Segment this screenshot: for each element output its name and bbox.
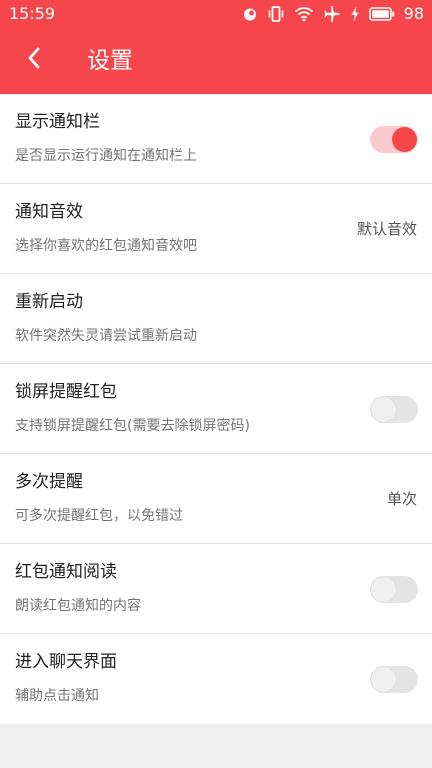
setting-subtitle: 选择你喜欢的红包通知音效吧	[15, 238, 197, 254]
setting-subtitle: 软件突然失灵请尝试重新启动	[15, 328, 197, 344]
chevron-left-icon	[26, 46, 42, 74]
show-notification-toggle[interactable]	[370, 126, 418, 153]
status-icons: 98	[242, 3, 424, 25]
battery-icon	[368, 7, 395, 21]
setting-open-chat[interactable]: 进入聊天界面 辅助点击通知	[0, 634, 432, 724]
back-button[interactable]	[14, 40, 54, 80]
setting-read-aloud[interactable]: 红包通知阅读 朗读红包通知的内容	[0, 544, 432, 634]
settings-list: 显示通知栏 是否显示运行通知在通知栏上 通知音效 选择你喜欢的红包通知音效吧 默…	[0, 94, 432, 724]
setting-subtitle: 支持锁屏提醒红包(需要去除锁屏密码)	[15, 418, 250, 434]
lockscreen-alert-toggle[interactable]	[370, 396, 418, 423]
setting-subtitle: 朗读红包通知的内容	[15, 598, 141, 614]
status-bar: 15:59 98	[0, 0, 432, 28]
empty-background	[0, 726, 432, 768]
setting-subtitle: 可多次提醒红包，以免错过	[15, 508, 183, 524]
toggle-thumb	[392, 127, 417, 152]
battery-percent: 98	[403, 4, 424, 23]
setting-notification-sound[interactable]: 通知音效 选择你喜欢的红包通知音效吧 默认音效	[0, 184, 432, 274]
toggle-thumb	[371, 667, 396, 692]
wifi-icon	[294, 6, 314, 22]
setting-subtitle: 辅助点击通知	[15, 688, 99, 704]
toggle-thumb	[371, 577, 396, 602]
setting-title: 红包通知阅读	[15, 562, 117, 582]
setting-title: 锁屏提醒红包	[15, 382, 117, 402]
toggle-thumb	[371, 397, 396, 422]
page-title: 设置	[87, 48, 133, 74]
setting-value: 单次	[386, 490, 417, 508]
setting-subtitle: 是否显示运行通知在通知栏上	[15, 148, 197, 164]
setting-repeat-alert[interactable]: 多次提醒 可多次提醒红包，以免错过 单次	[0, 454, 432, 544]
airplane-icon	[323, 5, 341, 23]
status-time: 15:59	[9, 4, 56, 23]
setting-title: 重新启动	[15, 292, 83, 312]
setting-title: 多次提醒	[15, 472, 83, 492]
toolbar: 设置	[0, 28, 432, 94]
notification-icon	[242, 6, 258, 22]
setting-title: 通知音效	[15, 202, 83, 222]
settings-screen: 15:59 98 设置 显示通知栏 是否显示运行通知在通知栏上 通知音效 选择你…	[0, 0, 432, 768]
vibrate-icon	[267, 5, 285, 23]
setting-title: 进入聊天界面	[15, 652, 117, 672]
charging-icon	[350, 6, 360, 22]
setting-show-notification[interactable]: 显示通知栏 是否显示运行通知在通知栏上	[0, 94, 432, 184]
setting-title: 显示通知栏	[15, 112, 100, 132]
read-aloud-toggle[interactable]	[370, 576, 418, 603]
setting-lockscreen-alert[interactable]: 锁屏提醒红包 支持锁屏提醒红包(需要去除锁屏密码)	[0, 364, 432, 454]
setting-value: 默认音效	[356, 220, 417, 238]
setting-restart[interactable]: 重新启动 软件突然失灵请尝试重新启动	[0, 274, 432, 364]
open-chat-toggle[interactable]	[370, 666, 418, 693]
